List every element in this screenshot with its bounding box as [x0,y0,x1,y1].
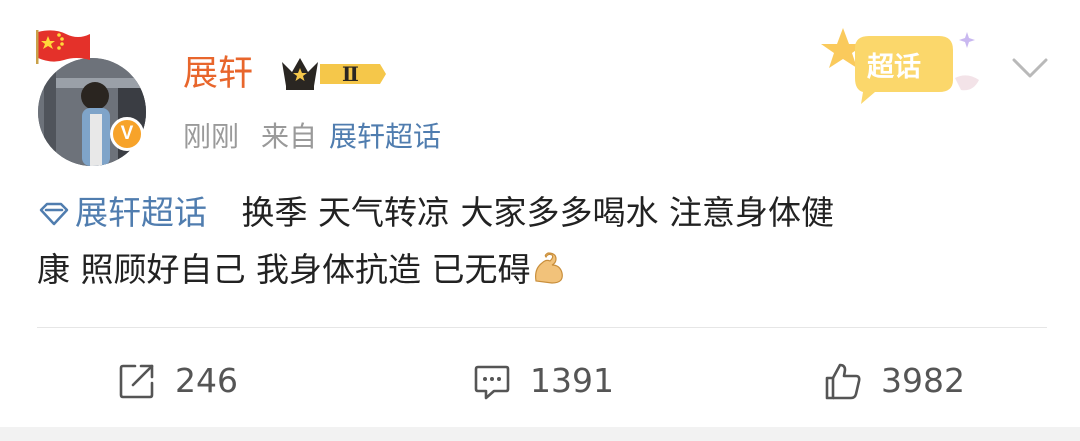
comment-icon [474,365,510,400]
source-link[interactable]: 展轩超话 [329,120,441,153]
like-count: 3982 [881,361,965,400]
topic-link[interactable]: 展轩超话 [37,193,218,232]
comment-button[interactable]: 1391 [472,356,614,406]
svg-text:超话: 超话 [867,52,921,83]
repost-count: 246 [175,361,238,400]
card-separator [0,427,1080,441]
like-button[interactable]: 3982 [823,356,965,406]
diamond-icon [39,202,69,226]
topic-label: 展轩超话 [75,193,207,232]
comment-count: 1391 [530,361,614,400]
post-text-1: 换季 天气转凉 大家多多喝水 注意身体健 [241,193,834,232]
post-text-2: 康 照顾好自己 我身体抗造 已无碍 [37,250,531,289]
post-text-line: 展轩超话 换季 天气转凉 大家多多喝水 注意身体健 [37,184,1047,241]
verified-badge: V [110,117,144,151]
thumbs-up-icon [825,363,861,400]
crown-icon[interactable]: Ⅱ [280,54,386,94]
post-time: 刚刚 [183,120,240,153]
post-content: 展轩超话 换季 天气转凉 大家多多喝水 注意身体健 康 照顾好自己 我身体抗造 … [37,184,1047,298]
share-icon [119,364,154,399]
avatar-area[interactable]: V [30,20,160,166]
source-prefix: 来自 [261,120,318,153]
repost-button[interactable]: 246 [117,356,238,406]
chevron-down-icon[interactable] [1010,52,1050,82]
super-topic-badge[interactable]: 超话 [815,20,995,110]
divider [37,327,1047,328]
author-name[interactable]: 展轩 [183,52,253,96]
flexed-biceps-emoji [535,252,564,284]
post-text-line: 康 照顾好自己 我身体抗造 已无碍 [37,241,1047,298]
svg-text:Ⅱ: Ⅱ [342,62,359,86]
post-meta: 刚刚 来自 展轩超话 [183,118,441,156]
china-flag-icon [36,30,90,64]
weibo-post-card: V 展轩 Ⅱ 刚刚 来自 展轩超话 超话 展轩超话 换季 天气转凉 大家多多喝水 注… [0,0,1080,441]
